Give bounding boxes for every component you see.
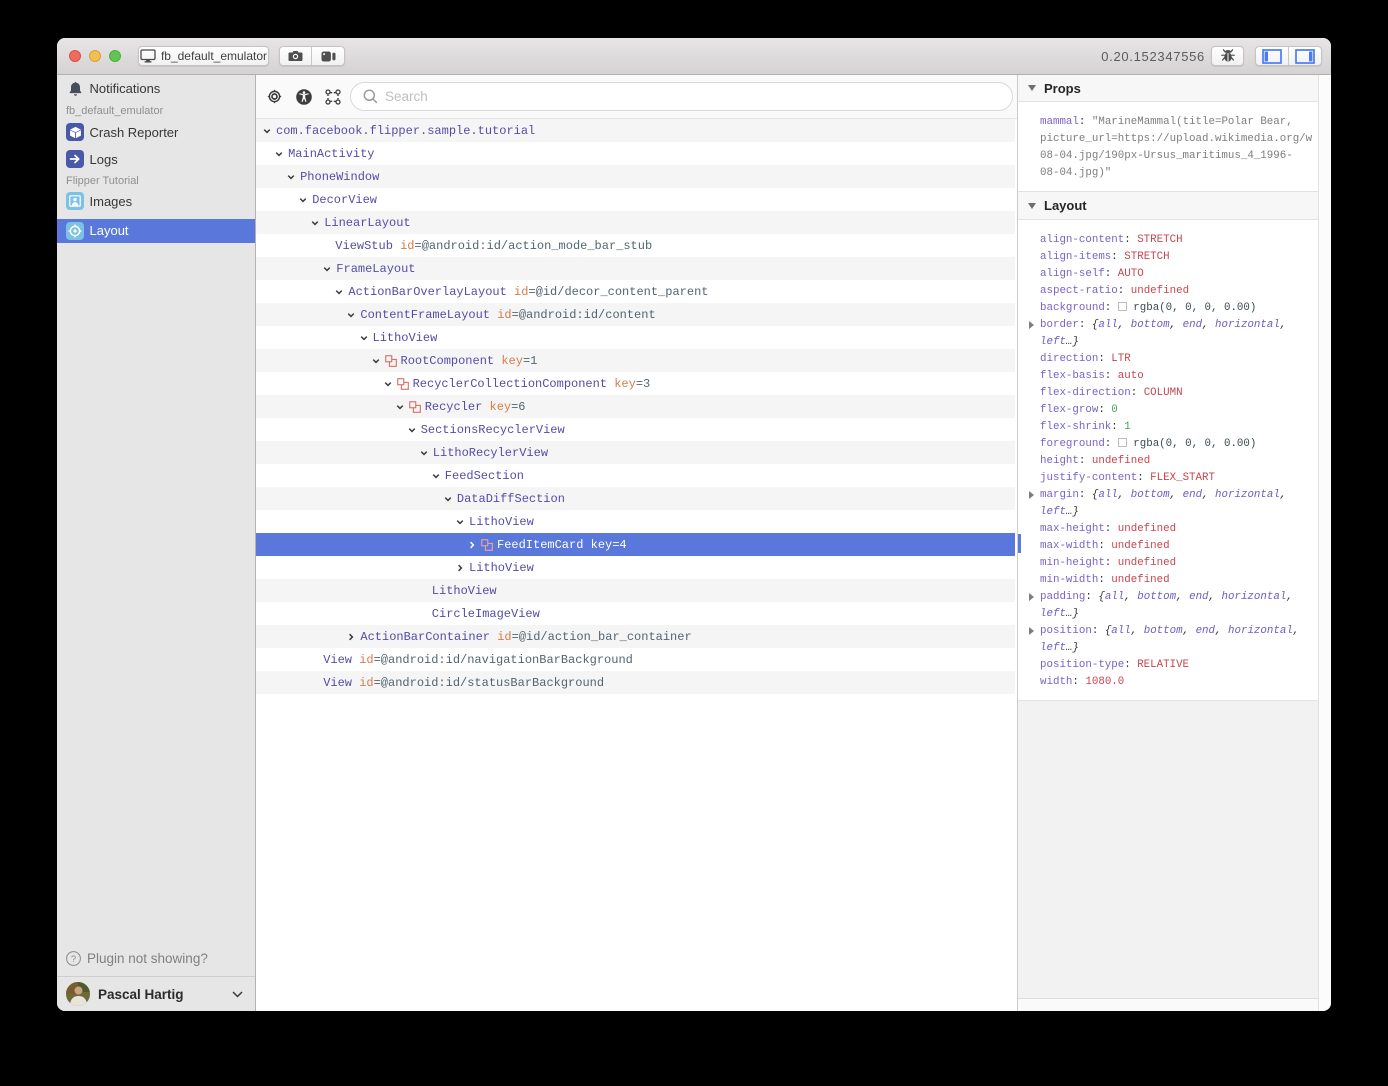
- svg-text:?: ?: [71, 953, 76, 964]
